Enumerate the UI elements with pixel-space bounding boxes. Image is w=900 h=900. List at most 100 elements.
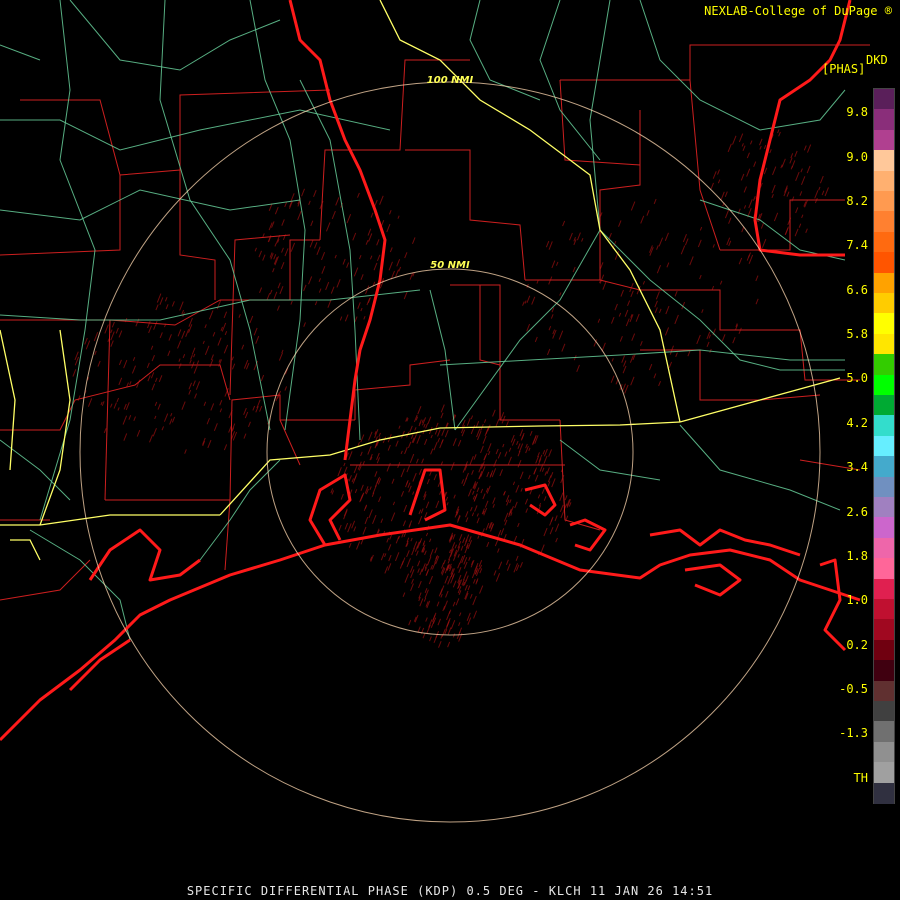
echo-speck xyxy=(444,575,449,584)
echo-speck xyxy=(204,345,210,355)
echo-speck xyxy=(763,167,768,175)
echo-speck xyxy=(181,309,185,315)
echo-speck xyxy=(416,458,419,464)
echo-speck xyxy=(190,354,193,360)
echo-speck xyxy=(426,556,432,566)
echo-speck xyxy=(621,355,625,363)
echo-speck xyxy=(505,559,509,565)
echo-speck xyxy=(546,348,551,356)
echo-speck xyxy=(87,398,93,407)
echo-speck xyxy=(348,475,352,482)
echo-speck xyxy=(243,433,247,439)
echo-speck xyxy=(224,331,228,336)
echo-speck xyxy=(104,324,109,334)
echo-speck xyxy=(708,334,711,339)
echo-speck xyxy=(219,399,223,406)
echo-speck xyxy=(755,275,759,282)
echo-speck xyxy=(611,358,614,362)
echo-speck xyxy=(353,526,357,532)
echo-speck xyxy=(420,508,424,514)
echo-speck xyxy=(431,561,436,570)
echo-speck xyxy=(741,226,745,233)
echo-speck xyxy=(525,443,528,449)
echo-speck xyxy=(321,265,326,274)
echo-speck xyxy=(724,209,730,219)
echo-speck xyxy=(110,340,114,347)
echo-speck xyxy=(470,424,476,435)
echo-speck xyxy=(386,537,390,543)
echo-speck xyxy=(689,256,694,266)
echo-speck xyxy=(798,223,802,228)
echo-speck xyxy=(231,356,234,361)
echo-speck xyxy=(412,472,417,482)
echo-speck xyxy=(376,239,380,246)
coastline xyxy=(0,0,861,742)
echo-speck xyxy=(443,559,446,565)
echo-speck xyxy=(614,303,618,311)
echo-speck xyxy=(170,412,173,417)
legend-label: 1.0 xyxy=(846,593,868,607)
echo-speck xyxy=(372,514,377,525)
echo-speck xyxy=(321,252,326,261)
legend-swatch xyxy=(874,293,894,314)
county-border xyxy=(479,285,501,366)
legend-swatch xyxy=(874,619,894,641)
echo-speck xyxy=(117,407,120,411)
echo-speck xyxy=(459,612,462,617)
echo-speck xyxy=(380,518,384,523)
echo-speck xyxy=(445,590,449,598)
echo-speck xyxy=(85,340,91,350)
echo-speck xyxy=(619,336,623,342)
county-border xyxy=(224,499,231,571)
echo-speck xyxy=(542,450,546,455)
echo-speck xyxy=(245,362,250,370)
legend-label: 8.2 xyxy=(846,194,868,208)
echo-speck xyxy=(654,307,658,314)
echo-speck xyxy=(429,471,432,476)
echo-speck xyxy=(357,302,361,309)
echo-speck xyxy=(547,481,551,487)
echo-speck xyxy=(559,504,564,513)
echo-speck xyxy=(110,331,115,341)
echo-speck xyxy=(784,226,789,236)
echo-speck xyxy=(491,468,497,478)
echo-speck xyxy=(395,552,400,562)
echo-speck xyxy=(564,495,568,501)
echo-speck xyxy=(247,421,251,427)
echo-speck xyxy=(437,618,441,626)
echo-speck xyxy=(524,300,527,304)
echo-speck xyxy=(110,403,113,408)
echo-speck xyxy=(395,536,400,544)
legend-swatch xyxy=(874,701,894,722)
echo-speck xyxy=(111,321,115,328)
echo-speck xyxy=(655,291,660,300)
echo-speck xyxy=(404,252,408,259)
echo-speck xyxy=(424,438,428,445)
echo-speck xyxy=(794,228,799,237)
echo-speck xyxy=(790,165,793,170)
echo-speck xyxy=(404,573,410,583)
echo-speck xyxy=(278,352,284,361)
county-border xyxy=(450,284,560,421)
echo-speck xyxy=(388,554,392,562)
echo-speck xyxy=(252,405,256,411)
legend-label: 9.8 xyxy=(846,105,868,119)
echo-speck xyxy=(550,472,554,478)
echo-speck xyxy=(386,223,391,233)
echo-speck xyxy=(458,533,463,541)
echo-speck xyxy=(534,336,538,343)
echo-speck xyxy=(727,143,732,153)
echo-speck xyxy=(549,527,554,535)
echo-speck xyxy=(363,316,366,320)
echo-speck xyxy=(284,248,289,257)
echo-speck xyxy=(495,448,499,455)
highway-minor xyxy=(639,0,761,131)
echo-speck xyxy=(484,500,489,508)
echo-speck xyxy=(401,557,406,566)
echo-speck xyxy=(717,179,721,184)
echo-speck xyxy=(113,402,117,409)
echo-speck xyxy=(772,166,777,176)
echo-speck xyxy=(741,143,744,147)
echo-speck xyxy=(404,447,408,455)
echo-speck xyxy=(680,245,686,255)
